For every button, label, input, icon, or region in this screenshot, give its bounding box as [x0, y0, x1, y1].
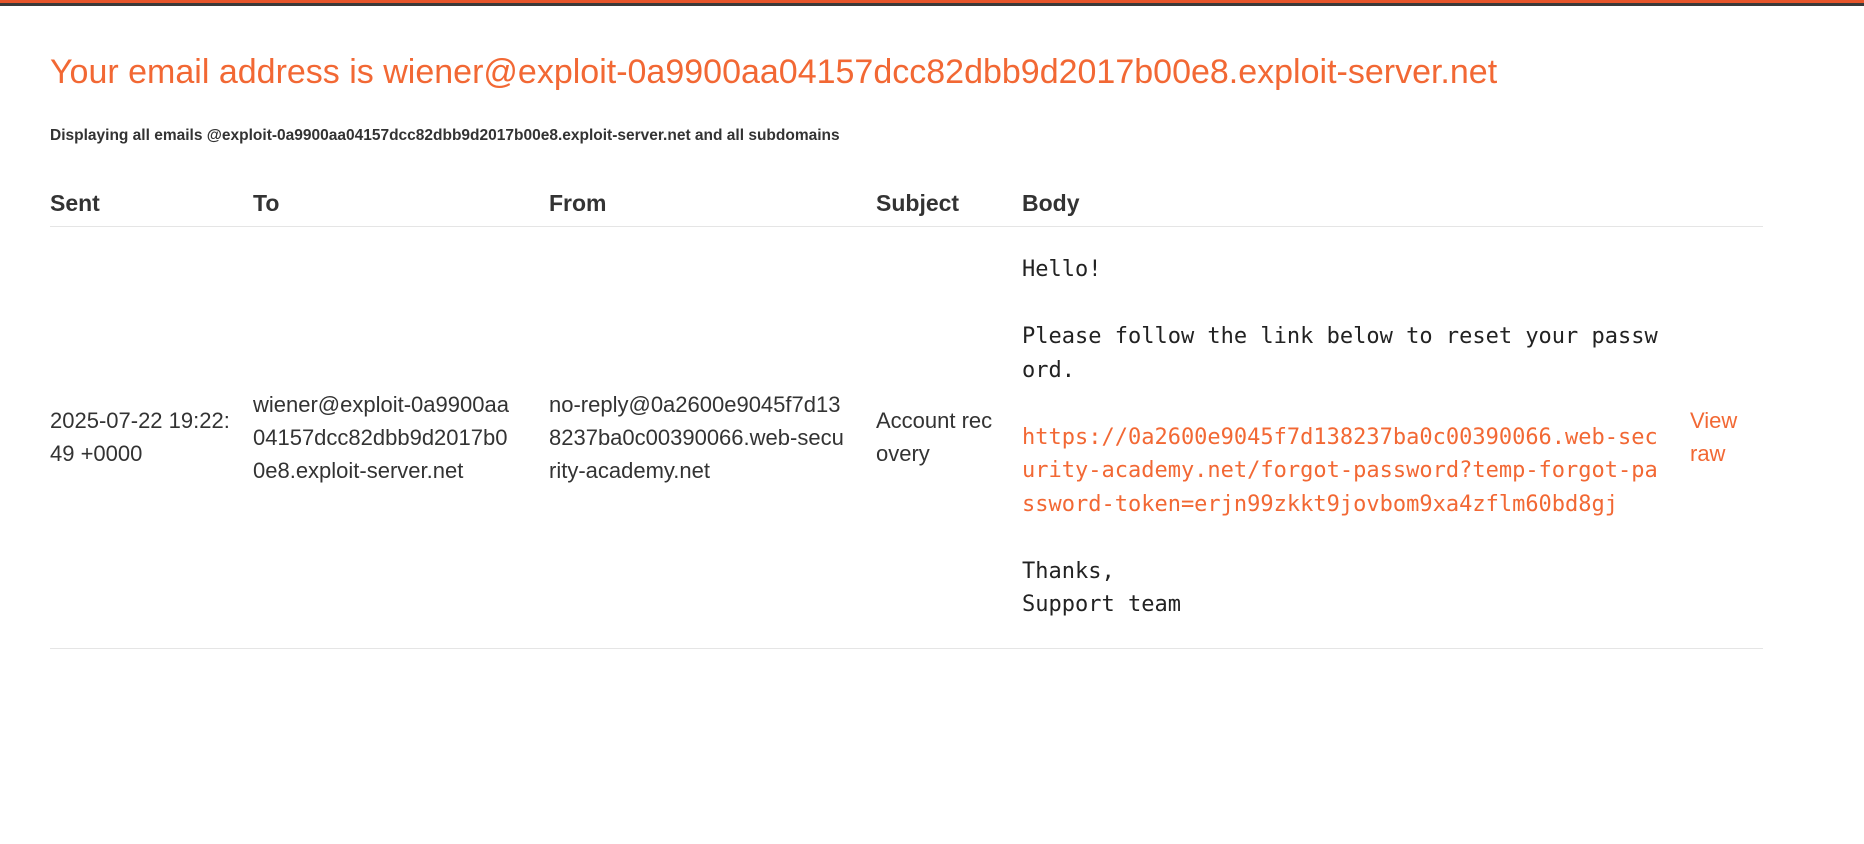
email-from: no-reply@0a2600e9045f7d138237ba0c0039006…: [549, 391, 844, 483]
column-header-body: Body: [1022, 176, 1690, 227]
email-sent: 2025-07-22 19:22:49 +0000: [50, 408, 230, 467]
column-header-to: To: [253, 176, 549, 227]
column-header-from: From: [549, 176, 876, 227]
top-accent-bar: [0, 0, 1864, 6]
table-row: 2025-07-22 19:22:49 +0000 wiener@exploit…: [50, 226, 1763, 649]
page-container: Your email address is wiener@exploit-0a9…: [0, 50, 1864, 649]
password-reset-link[interactable]: https://0a2600e9045f7d138237ba0c00390066…: [1022, 425, 1658, 517]
page-title: Your email address is wiener@exploit-0a9…: [50, 53, 1498, 91]
email-subject-cell: Account recovery: [876, 226, 1022, 649]
email-sent-cell: 2025-07-22 19:22:49 +0000: [50, 226, 253, 649]
email-body-outro: Thanks, Support team: [1022, 558, 1181, 618]
email-to-cell: wiener@exploit-0a9900aa04157dcc82dbb9d20…: [253, 226, 549, 649]
email-subject: Account recovery: [876, 408, 993, 467]
view-raw-link[interactable]: View raw: [1690, 404, 1750, 470]
email-to: wiener@exploit-0a9900aa04157dcc82dbb9d20…: [253, 391, 509, 483]
email-body-cell: Hello! Please follow the link below to r…: [1022, 226, 1690, 649]
email-actions-cell: View raw: [1690, 226, 1763, 649]
table-header-row: Sent To From Subject Body: [50, 176, 1763, 227]
column-header-subject: Subject: [876, 176, 1022, 227]
email-body: Hello! Please follow the link below to r…: [1022, 253, 1658, 622]
email-body-intro: Hello! Please follow the link below to r…: [1022, 257, 1658, 383]
column-header-sent: Sent: [50, 176, 253, 227]
email-from-cell: no-reply@0a2600e9045f7d138237ba0c0039006…: [549, 226, 876, 649]
page-subtitle: Displaying all emails @exploit-0a9900aa0…: [50, 127, 840, 144]
email-table: Sent To From Subject Body 2025-07-22 19:…: [50, 176, 1763, 649]
column-header-actions: [1690, 176, 1763, 227]
